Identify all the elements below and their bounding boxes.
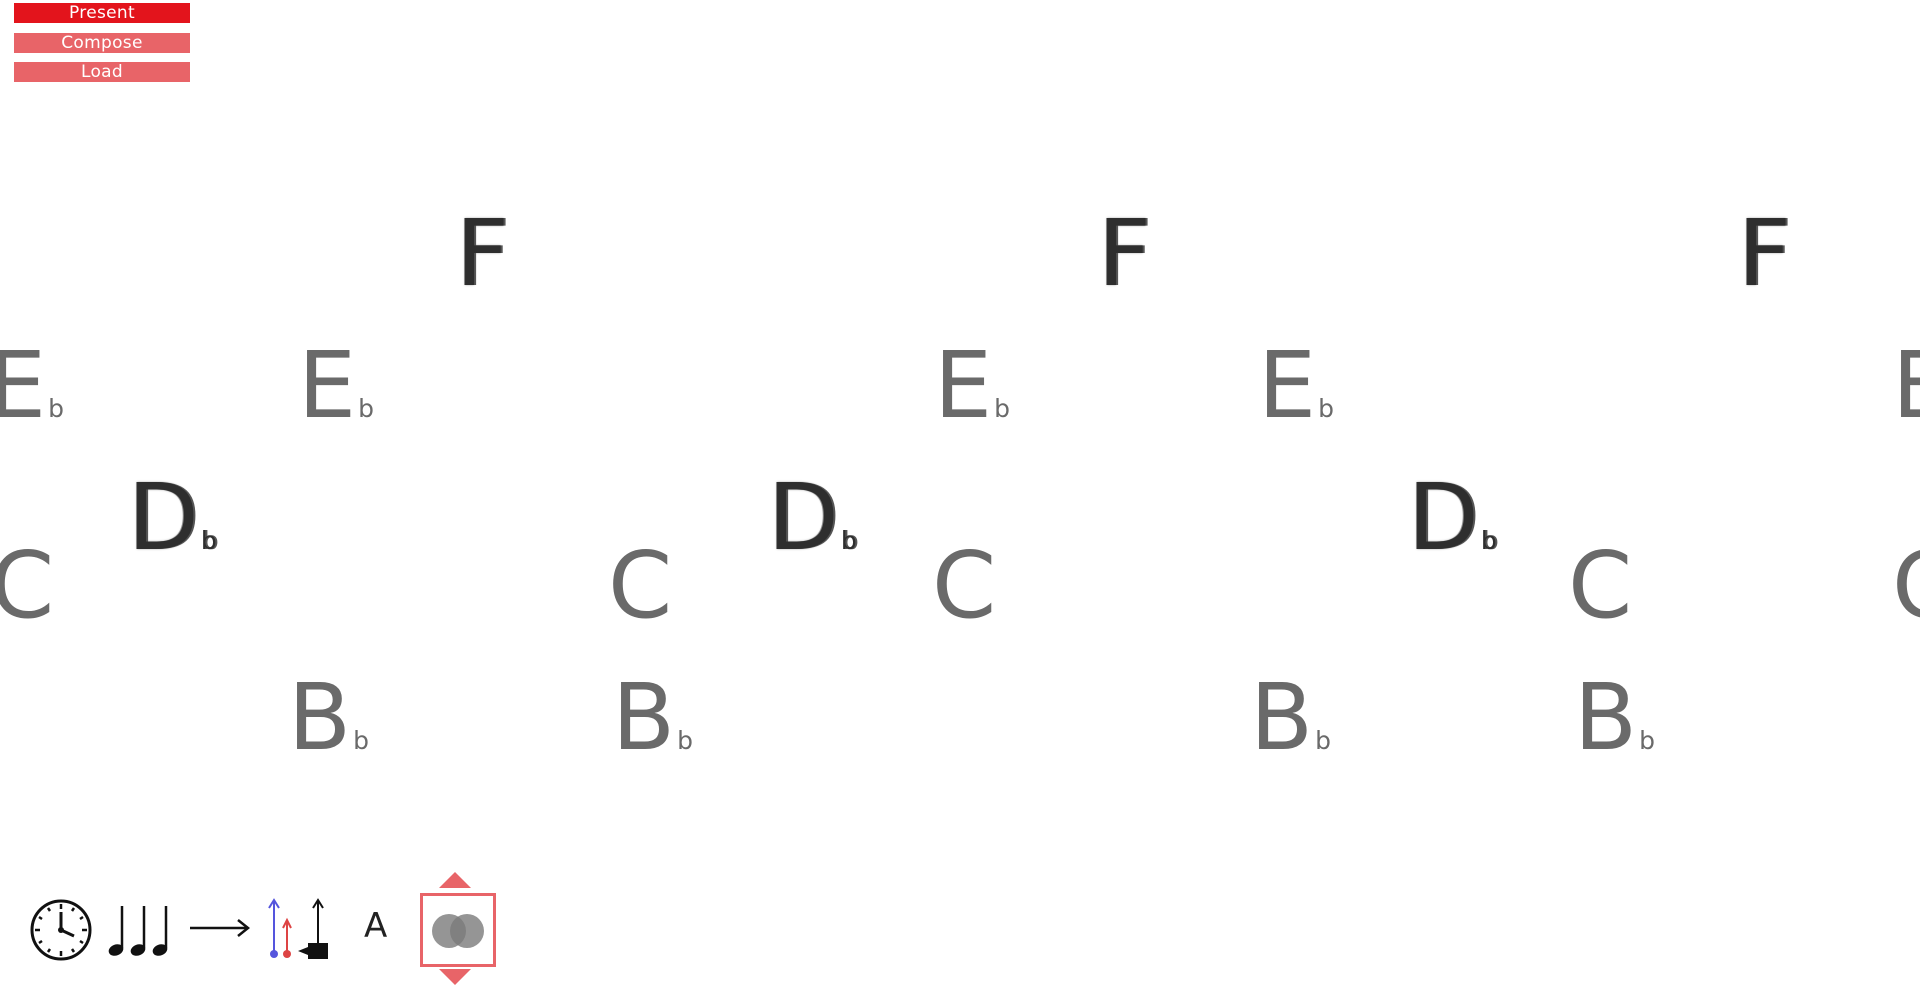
note-letter: E <box>934 332 993 439</box>
scroll-down-arrow-icon[interactable] <box>437 967 473 987</box>
note-letter: F <box>456 200 509 307</box>
note-b-flat[interactable]: Bb <box>1250 672 1331 764</box>
compose-button[interactable]: Compose <box>14 33 190 53</box>
note-letter: E <box>1892 340 1920 432</box>
quarter-notes-icon[interactable] <box>106 900 178 960</box>
note-d-flat[interactable]: Db <box>768 472 857 564</box>
note-f[interactable]: F <box>456 208 509 300</box>
note-accidental: b <box>353 726 369 755</box>
note-d-flat[interactable]: Db <box>1408 472 1497 564</box>
note-letter: E <box>0 332 47 439</box>
note-letter: C <box>1568 532 1633 639</box>
note-accidental: b <box>1318 394 1335 423</box>
note-letter: B <box>1250 664 1314 771</box>
note-letter: F <box>1098 200 1151 307</box>
note-name-label[interactable]: A <box>364 906 387 946</box>
note-accidental: b <box>840 526 857 555</box>
app-stage: Present Compose Load Eb C Db Bb Eb F C Bb Db Eb C F… <box>0 0 1920 991</box>
clock-icon[interactable] <box>28 898 94 962</box>
note-accidental: b <box>677 726 693 755</box>
voice-lines-icon[interactable] <box>262 896 334 960</box>
note-letter: C <box>608 532 673 639</box>
note-accidental: b <box>48 394 65 423</box>
note-e-flat[interactable]: Eb <box>0 340 64 432</box>
note-letter: D <box>128 464 199 571</box>
note-c[interactable]: C <box>1892 540 1920 632</box>
note-b-flat[interactable]: Bb <box>288 672 369 764</box>
right-arrow-icon[interactable] <box>188 916 252 940</box>
note-c[interactable]: C <box>932 540 996 632</box>
load-button[interactable]: Load <box>14 62 190 82</box>
note-b-flat[interactable]: Bb <box>1574 672 1655 764</box>
note-letter: D <box>768 464 839 571</box>
note-c[interactable]: C <box>1568 540 1632 632</box>
present-button[interactable]: Present <box>14 3 190 23</box>
note-letter: B <box>288 664 352 771</box>
note-c[interactable]: C <box>608 540 672 632</box>
note-f[interactable]: F <box>1738 208 1791 300</box>
overlap-circles-icon <box>432 914 484 948</box>
note-b-flat[interactable]: Bb <box>612 672 693 764</box>
note-accidental: b <box>200 526 217 555</box>
note-c[interactable]: C <box>0 540 54 632</box>
note-e[interactable]: E <box>1892 340 1920 432</box>
note-letter: E <box>298 332 357 439</box>
note-letter: D <box>1408 464 1479 571</box>
scroll-up-arrow-icon[interactable] <box>437 870 473 890</box>
note-accidental: b <box>1315 726 1331 755</box>
note-accidental: b <box>1639 726 1655 755</box>
note-letter: B <box>612 664 676 771</box>
note-letter: B <box>1574 664 1638 771</box>
note-d-flat[interactable]: Db <box>128 472 217 564</box>
note-letter: C <box>0 532 55 639</box>
note-accidental: b <box>994 394 1011 423</box>
note-e-flat[interactable]: Eb <box>298 340 374 432</box>
note-accidental: b <box>1480 526 1497 555</box>
note-e-flat[interactable]: Eb <box>1258 340 1334 432</box>
note-letter: E <box>1258 332 1317 439</box>
note-letter: C <box>1892 540 1920 632</box>
blend-toggle-button[interactable] <box>420 893 496 967</box>
note-letter: C <box>932 532 997 639</box>
note-e-flat[interactable]: Eb <box>934 340 1010 432</box>
note-f[interactable]: F <box>1098 208 1151 300</box>
note-letter: F <box>1738 200 1791 307</box>
note-accidental: b <box>358 394 375 423</box>
